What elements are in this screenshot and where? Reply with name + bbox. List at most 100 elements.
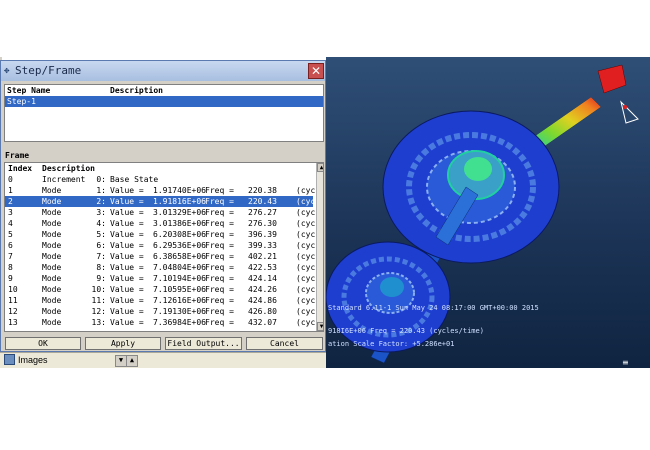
frame-num: 9:	[96, 274, 106, 283]
frame-num: 10:	[91, 285, 106, 294]
tree-item-images[interactable]: Images	[4, 354, 48, 365]
frame-freq: 432.07	[248, 318, 277, 327]
step-list[interactable]: Step Name Description Step-1	[4, 84, 324, 142]
frame-type: Mode	[42, 263, 62, 272]
frame-index: 13	[8, 318, 18, 327]
frame-freq: 276.30	[248, 219, 277, 228]
frame-type: Increment	[42, 175, 86, 184]
frame-row[interactable]: 4 Mode 4: Value = 3.01386E+06 Freq = 276.30 (cy…	[5, 218, 315, 229]
frame-row[interactable]: 6 Mode 6: Value = 6.29536E+06 Freq = 399.33 (cy…	[5, 240, 316, 251]
step-name: Step-1	[7, 97, 36, 106]
shaft-model-render: ≡	[326, 64, 639, 367]
frame-unit: (cyc	[296, 263, 316, 272]
frame-freq-label: Freq =	[205, 263, 234, 272]
frame-index: 2	[8, 197, 13, 206]
frame-row[interactable]: 3 Mode 3: Value = 3.01329E+06 Freq = 276.27 (cy…	[5, 207, 316, 218]
frame-row[interactable]: 10 Mode 10: Value = 7.10595E+06 Freq = 424.26 (…	[5, 284, 315, 295]
viewport-info-line-3: ation Scale Factor: +5.286e+01	[328, 340, 455, 348]
frame-value: 7.19130E+06	[153, 307, 206, 316]
frame-freq: 424.26	[248, 285, 277, 294]
frame-row[interactable]: 7 Mode 7: Value = 6.38658E+06 Freq = 402.21 (cy…	[5, 251, 315, 262]
dialog-title: Step/Frame	[15, 64, 82, 77]
svg-text:≡: ≡	[622, 358, 629, 367]
frame-freq-label: Freq =	[205, 307, 234, 316]
scroll-up-arrow-icon[interactable]: ▲	[317, 163, 323, 172]
frame-list-scrollbar[interactable]: ▲ ▼	[316, 163, 323, 331]
frame-unit: (cyc	[296, 230, 316, 239]
frame-row[interactable]: 0 Increment 0: Base State	[5, 174, 313, 185]
frame-value: 3.01329E+06	[153, 208, 206, 217]
frame-row[interactable]: 9 Mode 9: Value = 7.10194E+06 Freq = 424.14 (cy…	[5, 273, 316, 284]
frame-row[interactable]: 2 Mode 2: Value = 1.91816E+06 Freq = 220.43 (cy…	[5, 196, 315, 207]
shaft-head	[597, 64, 627, 94]
frame-unit: (cyc	[296, 307, 316, 316]
frame-value-label: Base State	[110, 175, 159, 184]
frame-num: 11:	[91, 296, 106, 305]
frame-index: 7	[8, 252, 13, 261]
cancel-button[interactable]: Cancel	[246, 337, 323, 350]
frame-type: Mode	[42, 274, 62, 283]
frame-type: Mode	[42, 241, 62, 250]
bottom-blank-area	[0, 368, 650, 450]
frame-freq-label: Freq =	[205, 241, 234, 250]
frame-freq: 396.39	[248, 230, 277, 239]
frame-type: Mode	[42, 230, 62, 239]
frame-num: 3:	[96, 208, 106, 217]
frame-value: 7.36984E+06	[153, 318, 206, 327]
frame-row[interactable]: 1 Mode 1: Value = 1.91740E+06 Freq = 220.38 (cy…	[5, 185, 315, 196]
frame-list[interactable]: Index Description 0 Increment 0: Base State…	[4, 162, 324, 332]
frame-value-label: Value =	[110, 296, 144, 305]
axis-triad	[620, 100, 639, 124]
frame-value: 7.10595E+06	[153, 285, 206, 294]
frame-freq: 220.38	[248, 186, 277, 195]
frame-freq: 424.86	[248, 296, 277, 305]
frame-value-label: Value =	[110, 208, 144, 217]
frame-index: 5	[8, 230, 13, 239]
frame-num: 2:	[96, 197, 106, 206]
frame-value-label: Value =	[110, 263, 144, 272]
model-tree-strip	[0, 352, 326, 369]
scroll-down-arrow-icon[interactable]: ▼	[317, 322, 323, 331]
frame-unit: (cyc	[296, 208, 316, 217]
frame-freq-label: Freq =	[205, 208, 234, 217]
frame-num: 7:	[96, 252, 106, 261]
apply-button[interactable]: Apply	[85, 337, 161, 350]
frame-type: Mode	[42, 307, 62, 316]
frame-value-label: Value =	[110, 219, 144, 228]
frame-row[interactable]: 12 Mode 12: Value = 7.19130E+06 Freq = 426.80 (…	[5, 306, 316, 317]
frame-unit: (cyc	[296, 318, 316, 327]
move-arrows-icon: ✥	[4, 66, 10, 76]
frame-row[interactable]: 8 Mode 8: Value = 7.04804E+06 Freq = 422.53 (cy…	[5, 262, 316, 273]
close-button[interactable]: ✕	[308, 63, 324, 79]
frame-freq: 424.14	[248, 274, 277, 283]
frame-freq-label: Freq =	[205, 230, 234, 239]
col-step-name: Step Name	[7, 86, 51, 95]
frame-index: 11	[8, 296, 18, 305]
frame-index: 9	[8, 274, 13, 283]
frame-num: 5:	[96, 230, 106, 239]
tree-scroll-up-icon[interactable]: ▲	[126, 355, 138, 367]
model-viewport[interactable]: ≡ Standard 6.11-1 Sun May 24 08:17:00 GM…	[326, 57, 650, 368]
frame-unit: (cyc	[296, 274, 316, 283]
field-output-button[interactable]: Field Output...	[165, 337, 242, 350]
frame-freq: 220.43	[248, 197, 277, 206]
tree-item-label: Images	[18, 354, 48, 365]
frame-row[interactable]: 13 Mode 13: Value = 7.36984E+06 Freq = 432.07 (…	[5, 317, 316, 328]
frame-row[interactable]: 5 Mode 5: Value = 6.20308E+06 Freq = 396.39 (cy…	[5, 229, 316, 240]
top-blank-area	[0, 0, 650, 57]
frame-index: 0	[8, 175, 13, 184]
frame-type: Mode	[42, 208, 62, 217]
frame-freq-label: Freq =	[205, 252, 234, 261]
frame-type: Mode	[42, 318, 62, 327]
frame-index: 12	[8, 307, 18, 316]
frame-freq: 399.33	[248, 241, 277, 250]
frame-unit: (cyc	[296, 241, 316, 250]
step-row[interactable]: Step-1	[5, 96, 323, 107]
frame-freq-label: Freq =	[205, 197, 234, 206]
frame-type: Mode	[42, 219, 62, 228]
frame-row[interactable]: 11 Mode 11: Value = 7.12616E+06 Freq = 424.86 (…	[5, 295, 315, 306]
dialog-titlebar[interactable]: ✥ Step/Frame ✕	[1, 61, 325, 81]
ok-button[interactable]: OK	[5, 337, 81, 350]
frame-type: Mode	[42, 186, 62, 195]
frame-num: 6:	[96, 241, 106, 250]
